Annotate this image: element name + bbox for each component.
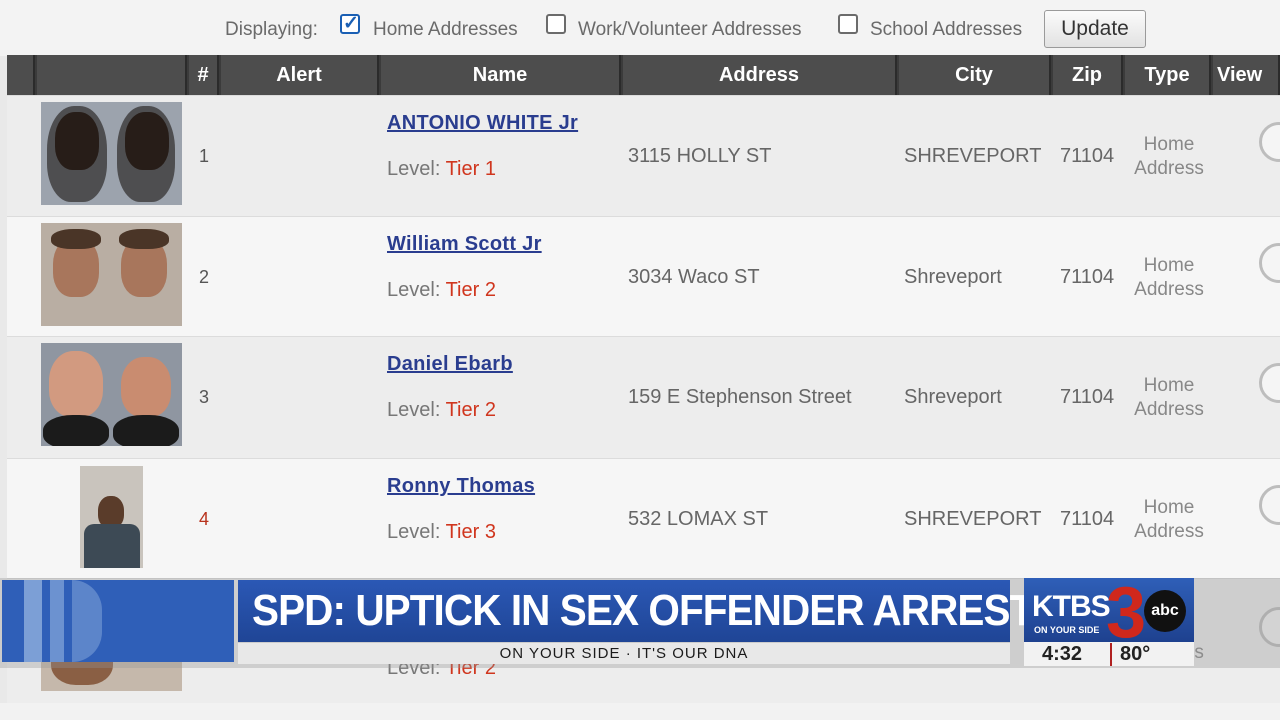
school-addresses-label[interactable]: School Addresses <box>870 19 1022 41</box>
risk-level: Level: Tier 1 <box>387 158 496 180</box>
work-volunteer-addresses-label[interactable]: Work/Volunteer Addresses <box>578 19 802 41</box>
work-volunteer-addresses-checkbox[interactable] <box>546 14 566 34</box>
header-address[interactable]: Address <box>623 55 897 95</box>
current-time: 4:32 <box>1042 643 1083 665</box>
address-filter-bar: Displaying: Home Addresses Work/Voluntee… <box>0 0 1280 56</box>
tier-value: Tier 2 <box>445 399 496 421</box>
station-tagline: ON YOUR SIDE <box>1034 625 1100 635</box>
zip-value: 71104 <box>1060 266 1115 288</box>
address-type: Home Address <box>1134 255 1204 300</box>
risk-level: Level: Tier 2 <box>387 279 496 301</box>
address-type: Home Address <box>1134 497 1204 542</box>
row-number: 4 <box>199 509 210 529</box>
header-name[interactable]: Name <box>381 55 621 95</box>
address-value: 3115 HOLLY ST <box>628 145 772 167</box>
header-type[interactable]: Type <box>1125 55 1211 95</box>
tier-value: Tier 3 <box>445 521 496 543</box>
network-logo-icon: abc <box>1144 590 1186 632</box>
header-number: # <box>189 55 219 95</box>
risk-level: Level: Tier 2 <box>387 399 496 421</box>
city-value: SHREVEPORT <box>904 145 1042 167</box>
displaying-label: Displaying: <box>225 19 318 40</box>
station-call-letters: KTBS <box>1032 590 1111 623</box>
update-button[interactable]: Update <box>1044 10 1146 48</box>
header-city[interactable]: City <box>899 55 1051 95</box>
table-row: 4 Ronny Thomas Level: Tier 3 532 LOMAX S… <box>7 458 1280 578</box>
table-row: 2 William Scott Jr Level: Tier 2 3034 Wa… <box>7 216 1280 336</box>
offender-photo[interactable] <box>80 466 143 568</box>
zip-value: 71104 <box>1060 386 1115 408</box>
header-photo <box>37 55 187 95</box>
current-temperature: 80° <box>1110 643 1150 666</box>
offender-name-link[interactable]: William Scott Jr <box>387 233 542 256</box>
row-number: 1 <box>199 146 210 166</box>
address-value: 532 LOMAX ST <box>628 508 769 530</box>
station-graphic-panel <box>2 580 234 662</box>
header-alert: Alert <box>221 55 379 95</box>
offender-name-link[interactable]: ANTONIO WHITE Jr <box>387 112 578 135</box>
offender-photo[interactable] <box>41 343 182 446</box>
offender-photo[interactable] <box>41 223 182 326</box>
home-addresses-checkbox[interactable] <box>340 12 360 35</box>
address-value: 3034 Waco ST <box>628 266 760 288</box>
table-row: 1 ANTONIO WHITE Jr Level: Tier 1 3115 HO… <box>7 95 1280 216</box>
tier-value: Tier 2 <box>445 279 496 301</box>
zip-value: 71104 <box>1060 145 1115 167</box>
view-map-button[interactable] <box>1259 485 1280 525</box>
offender-name-link[interactable]: Ronny Thomas <box>387 475 535 498</box>
subline-text: ON YOUR SIDE · IT'S OUR DNA <box>499 645 749 662</box>
risk-level: Level: Tier 3 <box>387 521 496 543</box>
time-temperature-box: 4:32 80° <box>1024 642 1194 666</box>
address-type: Home Address <box>1134 375 1204 420</box>
headline-text: SPD: UPTICK IN SEX OFFENDER ARRESTS <box>252 586 1060 635</box>
city-value: SHREVEPORT <box>904 508 1042 530</box>
city-value: Shreveport <box>904 386 1002 408</box>
offender-name-link[interactable]: Daniel Ebarb <box>387 353 513 376</box>
view-map-button[interactable] <box>1259 122 1280 162</box>
school-addresses-checkbox[interactable] <box>838 14 858 34</box>
pagination-footer <box>0 703 1280 720</box>
tier-value: Tier 1 <box>445 158 496 180</box>
address-type: Home Address <box>1134 134 1204 179</box>
subline-banner: ON YOUR SIDE · IT'S OUR DNA <box>238 642 1010 664</box>
table-row: 3 Daniel Ebarb Level: Tier 2 159 E Steph… <box>7 336 1280 458</box>
home-addresses-label[interactable]: Home Addresses <box>373 19 518 41</box>
view-map-button[interactable] <box>1259 243 1280 283</box>
row-number: 2 <box>199 267 210 287</box>
row-number: 3 <box>199 387 210 407</box>
address-value: 159 E Stephenson Street <box>628 386 852 408</box>
channel-number: 3 <box>1106 578 1147 642</box>
city-value: Shreveport <box>904 266 1002 288</box>
view-map-button[interactable] <box>1259 363 1280 403</box>
header-zip[interactable]: Zip <box>1053 55 1123 95</box>
zip-value: 71104 <box>1060 508 1115 530</box>
header-view: View <box>1213 55 1280 95</box>
table-header: # Alert Name Address City Zip Type View <box>7 55 1280 95</box>
offender-photo[interactable] <box>41 102 182 205</box>
headline-banner: SPD: UPTICK IN SEX OFFENDER ARRESTS <box>238 580 1060 642</box>
station-logo: KTBS 3 abc ON YOUR SIDE <box>1024 578 1194 642</box>
header-select <box>7 55 35 95</box>
